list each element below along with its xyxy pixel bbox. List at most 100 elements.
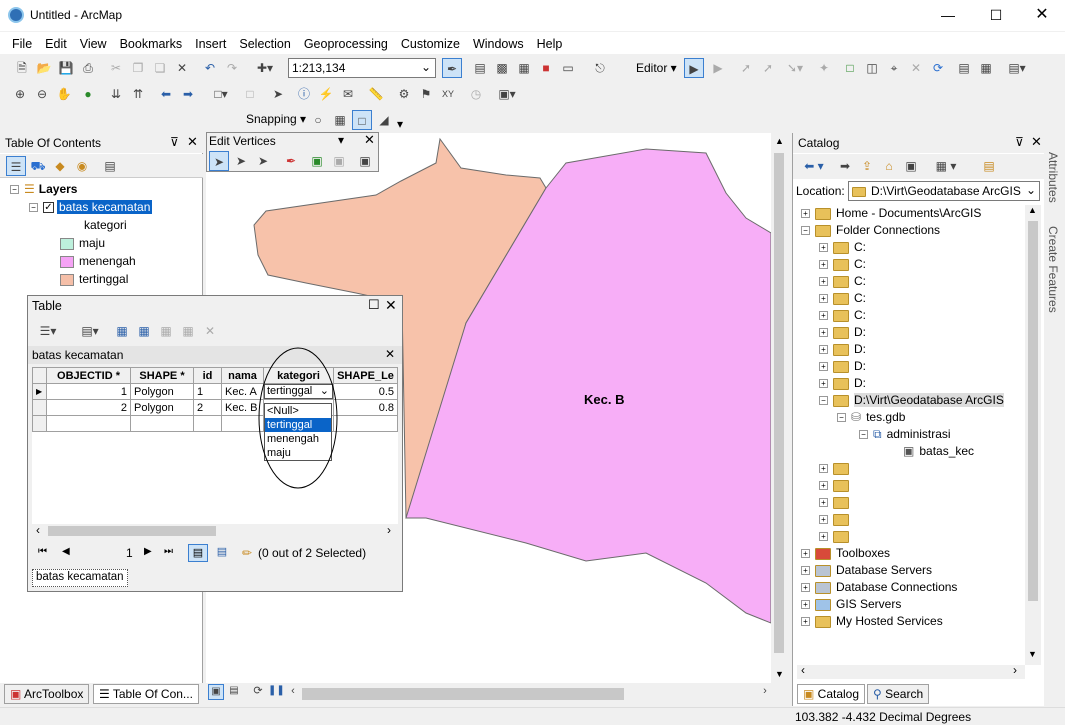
- first-record-icon[interactable]: ⏮: [38, 546, 47, 557]
- select-elements-icon[interactable]: ➤: [268, 84, 288, 104]
- location-combobox[interactable]: D:\Virt\Geodatabase ArcGIS ⌄: [848, 181, 1040, 201]
- chevron-down-icon[interactable]: ▾: [397, 117, 403, 131]
- menu-selection[interactable]: Selection: [233, 34, 297, 54]
- chevron-right-icon[interactable]: ›: [758, 684, 772, 700]
- current-record[interactable]: 1: [126, 546, 133, 560]
- catalog-item[interactable]: +: [819, 511, 854, 528]
- next-record-icon[interactable]: ▶: [144, 546, 152, 557]
- last-record-icon[interactable]: ⏭: [164, 546, 173, 557]
- options-icon[interactable]: ▤: [100, 156, 120, 176]
- list-by-visibility-icon[interactable]: ◆: [50, 156, 70, 176]
- catalog-item[interactable]: + Home - Documents\ArcGIS: [801, 205, 981, 222]
- layers-node[interactable]: − ☰ Layers: [10, 181, 77, 198]
- row-selector[interactable]: ▶: [32, 383, 47, 400]
- menu-view[interactable]: View: [74, 34, 114, 54]
- cut-polygons-icon[interactable]: ⌖: [884, 58, 904, 78]
- edit-vertices-icon[interactable]: □: [840, 58, 860, 78]
- maximize-button[interactable]: ☐: [973, 0, 1019, 30]
- expand-toggle[interactable]: +: [801, 600, 810, 610]
- table-hscroll[interactable]: ‹ ›: [32, 523, 398, 538]
- catalog-item[interactable]: − ⧉ administrasi: [859, 426, 951, 443]
- save-icon[interactable]: 💾: [56, 58, 76, 78]
- show-selected-records-icon[interactable]: ▤: [212, 544, 232, 562]
- expand-toggle[interactable]: −: [859, 430, 868, 440]
- catalog-item[interactable]: +: [819, 528, 854, 545]
- zoom-in-icon[interactable]: ⊕: [10, 84, 30, 104]
- expand-toggle[interactable]: +: [819, 260, 828, 270]
- catalog-item[interactable]: +: [819, 477, 854, 494]
- add-data-icon[interactable]: ✚▾: [250, 58, 280, 78]
- menu-bookmarks[interactable]: Bookmarks: [114, 34, 190, 54]
- scale-combobox[interactable]: 1:213,134 ⌄: [288, 58, 436, 78]
- forward-extent-icon[interactable]: ➡: [178, 84, 198, 104]
- catalog-item[interactable]: + My Hosted Services: [801, 613, 943, 630]
- catalog-item[interactable]: − D:\Virt\Geodatabase ArcGIS: [819, 392, 1004, 409]
- python-icon[interactable]: ▭: [558, 58, 578, 78]
- map-hscroll-thumb[interactable]: [302, 688, 624, 700]
- create-features-icon[interactable]: ▤▾: [1004, 58, 1030, 78]
- tab-search[interactable]: ⚲ Search: [867, 684, 930, 704]
- legend-class-menengah[interactable]: menengah: [60, 253, 136, 270]
- expand-toggle[interactable]: −: [819, 396, 828, 406]
- col-id[interactable]: id: [193, 367, 222, 384]
- go-to-xy-icon[interactable]: XY: [438, 84, 458, 104]
- connect-folder-icon[interactable]: ▤: [979, 156, 999, 176]
- chevron-right-icon[interactable]: ›: [387, 523, 391, 537]
- hyperlink-icon[interactable]: ⚡: [316, 84, 336, 104]
- editor-toolbar-icon[interactable]: ✒: [442, 58, 462, 78]
- switch-selection-icon[interactable]: ▦: [134, 321, 154, 341]
- list-by-source-icon[interactable]: ⛟: [28, 156, 48, 176]
- chevron-left-icon[interactable]: ‹: [801, 663, 805, 677]
- catalog-vscroll[interactable]: ▲ ▼: [1025, 205, 1041, 665]
- cell[interactable]: 1: [193, 383, 222, 400]
- col-shape[interactable]: SHAPE *: [130, 367, 194, 384]
- catalog-item[interactable]: +▣batas_kec: [889, 443, 974, 460]
- zoom-to-selected-icon[interactable]: ▦: [178, 321, 198, 341]
- pan-icon[interactable]: ✋: [54, 84, 74, 104]
- catalog-item[interactable]: + Database Servers: [801, 562, 932, 579]
- expand-toggle[interactable]: +: [819, 362, 828, 372]
- expand-toggle[interactable]: +: [819, 294, 828, 304]
- expand-toggle[interactable]: +: [819, 311, 828, 321]
- scroll-thumb[interactable]: [1028, 221, 1038, 601]
- cell[interactable]: 1: [46, 383, 131, 400]
- find-icon[interactable]: ⚙: [394, 84, 414, 104]
- catalog-item[interactable]: + C:: [819, 239, 866, 256]
- cell[interactable]: 2: [46, 399, 131, 416]
- identify-icon[interactable]: ⓘ: [294, 84, 314, 104]
- generalize-icon[interactable]: ▣: [355, 151, 375, 171]
- expand-toggle[interactable]: +: [819, 481, 828, 491]
- measure-icon[interactable]: 📏: [366, 84, 386, 104]
- full-extent-icon[interactable]: ●: [78, 84, 98, 104]
- expand-toggle[interactable]: +: [819, 515, 828, 525]
- catalog-icon[interactable]: ▩: [492, 58, 512, 78]
- pin-icon[interactable]: ⊽: [1015, 135, 1024, 149]
- sketch-properties-icon[interactable]: ▣: [329, 151, 349, 171]
- chevron-left-icon[interactable]: ‹: [286, 684, 300, 700]
- previous-record-icon[interactable]: ◀: [62, 546, 70, 557]
- expand-toggle[interactable]: +: [801, 209, 810, 219]
- catalog-item[interactable]: + GIS Servers: [801, 596, 901, 613]
- list-by-drawing-order-icon[interactable]: ☰: [6, 156, 26, 176]
- rotate-icon[interactable]: ⟳: [928, 58, 948, 78]
- clear-selection-icon[interactable]: ▦: [156, 321, 176, 341]
- cut-icon[interactable]: ✂: [106, 58, 126, 78]
- expand-toggle[interactable]: +: [801, 583, 810, 593]
- row-selector[interactable]: [32, 399, 47, 416]
- modify-sketch-icon[interactable]: ➤: [209, 151, 229, 171]
- close-icon[interactable]: ✕: [385, 347, 395, 361]
- straight-segment-icon[interactable]: ➚: [736, 58, 756, 78]
- expand-toggle[interactable]: +: [819, 277, 828, 287]
- paste-icon[interactable]: ❏: [150, 58, 170, 78]
- expand-toggle[interactable]: +: [819, 243, 828, 253]
- delete-selected-icon[interactable]: ✕: [200, 321, 220, 341]
- expand-toggle[interactable]: +: [819, 498, 828, 508]
- split-icon[interactable]: ✕: [906, 58, 926, 78]
- catalog-item[interactable]: + D:: [819, 341, 866, 358]
- related-tables-icon[interactable]: ▤▾: [76, 321, 104, 341]
- chevron-right-icon[interactable]: ›: [1013, 663, 1017, 677]
- catalog-item[interactable]: + Toolboxes: [801, 545, 890, 562]
- legend-class-tertinggal[interactable]: tertinggal: [60, 271, 128, 288]
- viewer-window-icon[interactable]: ▣▾: [494, 84, 520, 104]
- list-by-selection-icon[interactable]: ◉: [72, 156, 92, 176]
